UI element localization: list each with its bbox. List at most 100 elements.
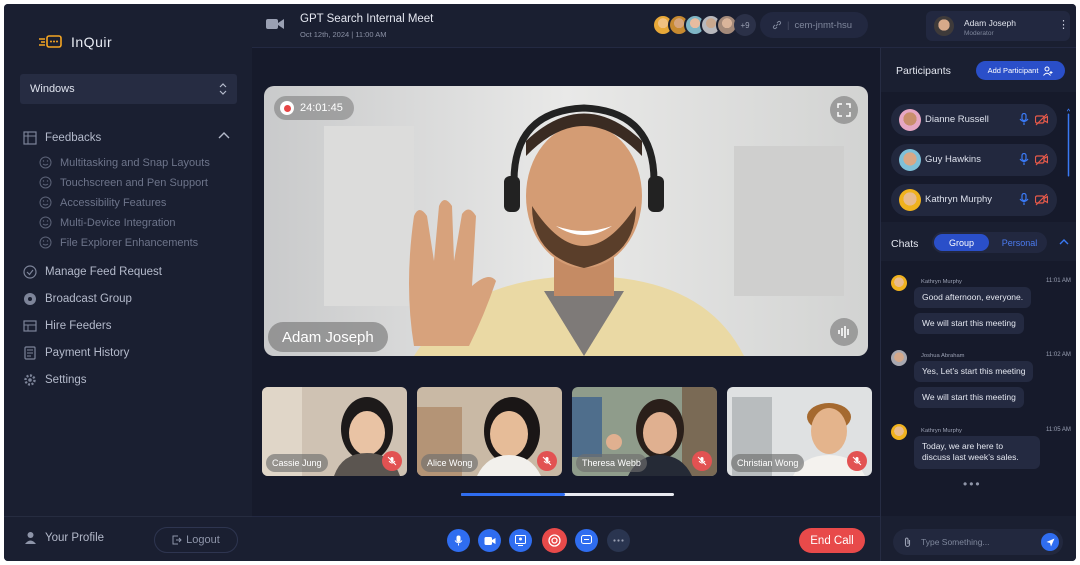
app-name: InQuir [71, 34, 113, 50]
camera-off-icon[interactable] [1035, 193, 1048, 206]
record-icon [280, 101, 294, 115]
message-time: 11:02 AM [1046, 352, 1071, 358]
nav-label: Broadcast Group [45, 292, 132, 305]
feedback-item-label: Accessibility Features [60, 196, 167, 209]
link-icon [772, 20, 782, 30]
record-button[interactable] [542, 528, 567, 553]
meeting-link[interactable]: | cem-jnmt-hsu [760, 12, 868, 38]
nav-manage-feed-request[interactable]: Manage Feed Request [22, 264, 162, 279]
current-user[interactable]: Adam Joseph Moderator ⋮ [926, 11, 1070, 41]
thumbnail-tile[interactable]: Christian Wong [727, 387, 872, 476]
feedback-item-label: Touchscreen and Pen Support [60, 176, 208, 189]
add-user-icon [1043, 66, 1053, 76]
feedback-item[interactable]: File Explorer Enhancements [39, 236, 198, 249]
chat-input[interactable]: Type Something... [893, 529, 1063, 555]
captions-button[interactable] [575, 529, 598, 552]
app-logo[interactable]: InQuir [39, 34, 112, 50]
feedback-item[interactable]: Accessibility Features [39, 196, 166, 209]
chats-title: Chats [891, 238, 919, 250]
call-controls: End Call [252, 516, 880, 561]
microphone-icon[interactable] [1019, 153, 1029, 166]
smiley-icon [39, 216, 52, 229]
smiley-icon [39, 176, 52, 189]
nav-settings[interactable]: Settings [22, 372, 87, 387]
camera-off-icon[interactable] [1035, 153, 1048, 166]
thumbnail-tile[interactable]: Alice Wong [417, 387, 562, 476]
thumbnail-tile[interactable]: Theresa Webb [572, 387, 717, 476]
thumbnail-name: Christian Wong [731, 454, 805, 472]
nav-hire-feeders[interactable]: Hire Feeders [22, 318, 111, 333]
more-options-button[interactable] [607, 529, 630, 552]
attendee-avatars[interactable]: +9 [652, 14, 756, 36]
feed-request-icon [22, 264, 37, 279]
participant-card[interactable]: Dianne Russell [891, 104, 1057, 136]
profile-label: Your Profile [45, 531, 105, 544]
chat-bubble-icon [581, 535, 592, 544]
thumbnail-name: Alice Wong [421, 454, 479, 472]
feedback-item-label: File Explorer Enhancements [60, 236, 199, 249]
fullscreen-button[interactable] [830, 96, 858, 124]
tab-personal[interactable]: Personal [992, 234, 1047, 251]
message-bubble: We will start this meeting [914, 387, 1024, 409]
avatar [891, 275, 907, 291]
workspace-select[interactable]: Windows [20, 74, 237, 104]
thumbnail-scrollbar[interactable] [461, 493, 674, 496]
avatar [934, 16, 954, 36]
chat-messages: Kathryn Murphy 11:01 AM Good afternoon, … [881, 261, 1076, 516]
participant-name: Kathryn Murphy [925, 194, 993, 205]
kebab-menu-icon[interactable]: ⋮ [1058, 20, 1069, 31]
mic-muted-icon[interactable] [847, 451, 867, 471]
mic-muted-icon[interactable] [382, 451, 402, 471]
mic-muted-icon[interactable] [537, 451, 557, 471]
chat-placeholder: Type Something... [921, 537, 990, 547]
microphone-icon[interactable] [1019, 193, 1029, 206]
mic-button[interactable] [447, 529, 470, 552]
logout-button[interactable]: Logout [154, 527, 238, 553]
feedback-item[interactable]: Touchscreen and Pen Support [39, 176, 208, 189]
attachment-icon[interactable] [903, 536, 912, 548]
send-button[interactable] [1041, 533, 1059, 551]
main-video[interactable]: 24:01:45 Adam Joseph [264, 86, 868, 356]
end-call-button[interactable]: End Call [799, 528, 865, 553]
current-user-role: Moderator [964, 30, 994, 37]
feedback-item-label: Multitasking and Snap Layouts [60, 156, 210, 169]
nav-broadcast-group[interactable]: Broadcast Group [22, 291, 132, 306]
participants-list: Dianne Russell Guy Hawkins Kathryn Murph… [881, 92, 1076, 222]
chevron-up-icon[interactable] [218, 131, 230, 139]
camera-button[interactable] [478, 529, 501, 552]
scrollbar-thumb[interactable] [461, 493, 566, 496]
feedback-item-label: Multi-Device Integration [60, 216, 176, 229]
smiley-icon [39, 156, 52, 169]
participant-card[interactable]: Guy Hawkins [891, 144, 1057, 176]
meeting-code: cem-jnmt-hsu [794, 19, 853, 31]
video-icon [484, 536, 495, 545]
message-time: 11:01 AM [1046, 278, 1071, 284]
meeting-date: Oct 12th, 2024 | 11:00 AM [300, 30, 387, 39]
add-participant-button[interactable]: Add Participant [976, 61, 1065, 80]
screen-share-button[interactable] [509, 529, 532, 552]
message-sender: Kathryn Murphy [921, 279, 962, 285]
thumbnail-tile[interactable]: Cassie Jung [262, 387, 407, 476]
feedback-item[interactable]: Multi-Device Integration [39, 216, 176, 229]
tab-group[interactable]: Group [934, 234, 989, 251]
broadcast-icon [22, 291, 37, 306]
participant-card[interactable]: Kathryn Murphy [891, 184, 1057, 216]
camera-off-icon[interactable] [1035, 113, 1048, 126]
feedback-item[interactable]: Multitasking and Snap Layouts [39, 156, 210, 169]
chevron-up-icon[interactable] [1059, 238, 1069, 245]
message-sender: Kathryn Murphy [921, 428, 962, 434]
nav-feedbacks[interactable]: Feedbacks [22, 130, 101, 145]
avatar [891, 350, 907, 366]
recording-timer: 24:01:45 [274, 96, 354, 120]
audio-level-button[interactable] [830, 318, 858, 346]
mic-muted-icon[interactable] [692, 451, 712, 471]
profile-link[interactable]: Your Profile [24, 531, 104, 544]
payment-history-icon [22, 345, 37, 360]
smiley-icon [39, 196, 52, 209]
nav-label: Manage Feed Request [45, 265, 162, 278]
participants-scrollbar[interactable] [1067, 96, 1070, 188]
microphone-icon[interactable] [1019, 113, 1029, 126]
separator: | [787, 19, 790, 31]
meeting-header: GPT Search Internal Meet Oct 12th, 2024 … [252, 4, 1076, 48]
nav-payment-history[interactable]: Payment History [22, 345, 129, 360]
